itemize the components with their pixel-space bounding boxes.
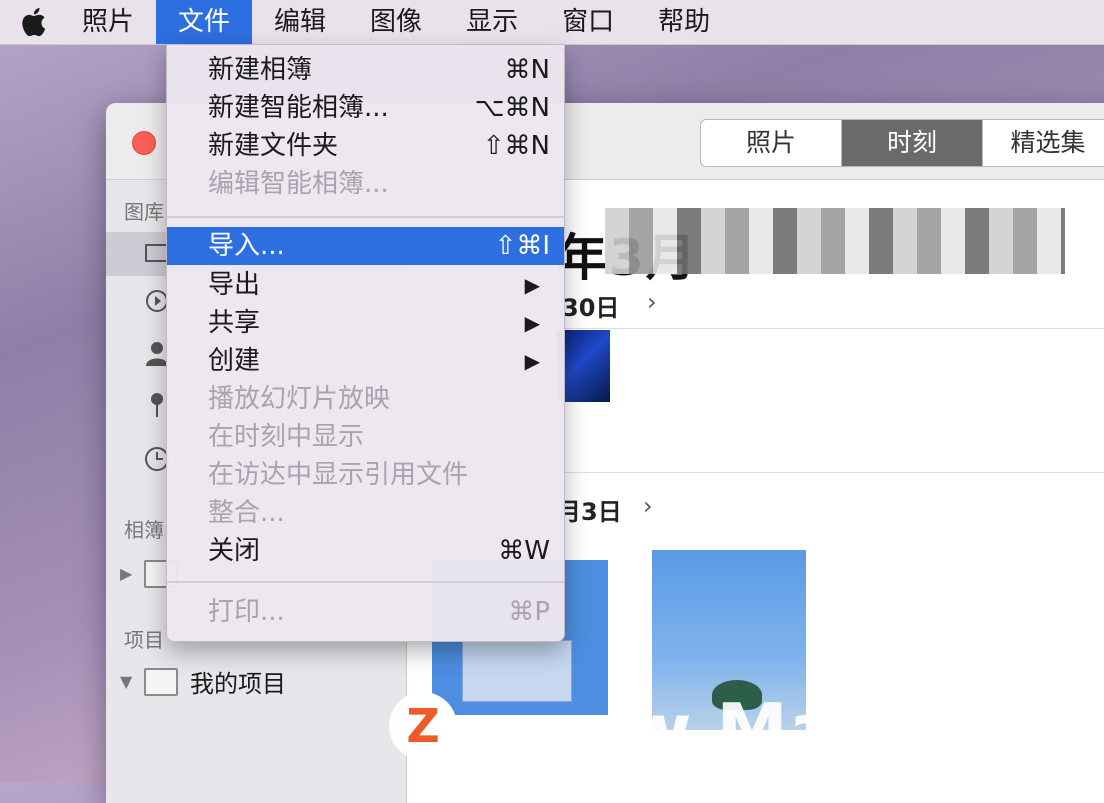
moment-date-2[interactable]: 月3日 [557, 492, 622, 527]
menu-item-new-album[interactable]: 新建相簿 ⌘N [167, 51, 564, 89]
menu-file[interactable]: 文件 [156, 0, 253, 44]
menu-item-label: 在访达中显示引用文件 [208, 460, 469, 490]
menu-photos[interactable]: 照片 [60, 0, 156, 44]
redacted-blur [605, 208, 1065, 274]
sidebar-heading-library: 图库 [124, 200, 164, 224]
menu-item-share[interactable]: 共享 ▶ [167, 304, 564, 342]
menu-item-label: 在时刻中显示 [208, 422, 365, 452]
menu-image[interactable]: 图像 [348, 0, 444, 44]
menu-item-new-smart-album[interactable]: 新建智能相簿... ⌥⌘N [167, 89, 564, 127]
menu-item-label: 打印... [208, 597, 285, 627]
chevron-right-icon[interactable]: › [647, 288, 657, 316]
menu-item-new-folder[interactable]: 新建文件夹 ⇧⌘N [167, 127, 564, 165]
project-folder-icon [144, 668, 178, 696]
menu-item-label: 共享 [208, 308, 261, 338]
menu-item-shortcut: ⌘N [504, 55, 550, 85]
menu-edit[interactable]: 编辑 [252, 0, 348, 44]
menu-item-label: 新建智能相簿... [208, 93, 389, 123]
menu-item-shortcut: ⌘P [508, 597, 550, 627]
menu-item-shortcut: ⌘W [498, 536, 550, 566]
menu-item-label: 新建相簿 [208, 55, 313, 85]
apple-logo-icon [22, 8, 46, 37]
watermark-credit: 百家号/Mac小风景 [868, 744, 1052, 769]
menu-item-edit-smart-album: 编辑智能相簿... [167, 165, 564, 203]
menu-item-label: 新建文件夹 [208, 131, 339, 161]
menu-view[interactable]: 显示 [444, 0, 540, 44]
menu-item-label: 导入... [208, 231, 285, 261]
menu-separator [167, 581, 564, 583]
file-menu-dropdown: 新建相簿 ⌘N 新建智能相簿... ⌥⌘N 新建文件夹 ⇧⌘N 编辑智能相簿..… [166, 44, 565, 642]
disclosure-triangle-expanded-icon[interactable]: ▼ [120, 672, 132, 691]
menu-item-show-referenced-file: 在访达中显示引用文件 [167, 456, 564, 494]
menu-item-export[interactable]: 导出 ▶ [167, 266, 564, 304]
submenu-arrow-icon: ▶ [524, 273, 540, 297]
segment-collections[interactable]: 精选集 [983, 120, 1104, 166]
menu-item-label: 关闭 [208, 536, 261, 566]
menu-item-label: 整合... [208, 498, 285, 528]
menu-item-label: 播放幻灯片放映 [208, 384, 391, 414]
view-segmented-control: 照片 时刻 精选集 [700, 119, 1104, 167]
menu-item-shortcut: ⇧⌘I [494, 231, 550, 261]
menu-window[interactable]: 窗口 [540, 0, 636, 44]
menu-item-shortcut: ⇧⌘N [482, 131, 550, 161]
menu-item-play-slideshow: 播放幻灯片放映 [167, 380, 564, 418]
moment-date-1[interactable]: 30日 [562, 288, 619, 323]
submenu-arrow-icon: ▶ [524, 311, 540, 335]
sidebar-heading-projects: 项目 [124, 628, 164, 652]
segment-moments[interactable]: 时刻 [842, 120, 983, 166]
close-window-button[interactable] [132, 131, 156, 155]
sidebar-item-my-projects[interactable]: 我的项目 [190, 664, 286, 699]
menu-item-show-in-moment: 在时刻中显示 [167, 418, 564, 456]
menu-item-shortcut: ⌥⌘N [474, 93, 550, 123]
menu-item-close[interactable]: 关闭 ⌘W [167, 532, 564, 570]
disclosure-triangle-icon[interactable]: ▶ [120, 564, 132, 583]
section-divider [557, 328, 1104, 329]
menu-item-label: 创建 [208, 346, 261, 376]
menu-help[interactable]: 帮助 [636, 0, 732, 44]
submenu-arrow-icon: ▶ [524, 349, 540, 373]
watermark-logo: Z [389, 692, 457, 760]
menu-item-consolidate: 整合... [167, 494, 564, 532]
segment-photos[interactable]: 照片 [701, 120, 842, 166]
section-divider [557, 472, 1104, 473]
menu-item-label: 导出 [208, 270, 261, 300]
chevron-right-icon[interactable]: › [643, 492, 653, 520]
menu-bar: 照片 文件 编辑 图像 显示 窗口 帮助 [0, 0, 1104, 45]
menu-separator [167, 216, 564, 218]
menu-item-print: 打印... ⌘P [167, 593, 564, 631]
apple-menu-icon[interactable] [20, 7, 60, 37]
menu-item-create[interactable]: 创建 ▶ [167, 342, 564, 380]
sidebar-heading-albums: 相簿 [124, 518, 164, 542]
menu-item-import[interactable]: 导入... ⇧⌘I [167, 227, 564, 265]
menu-item-label: 编辑智能相簿... [208, 169, 389, 199]
